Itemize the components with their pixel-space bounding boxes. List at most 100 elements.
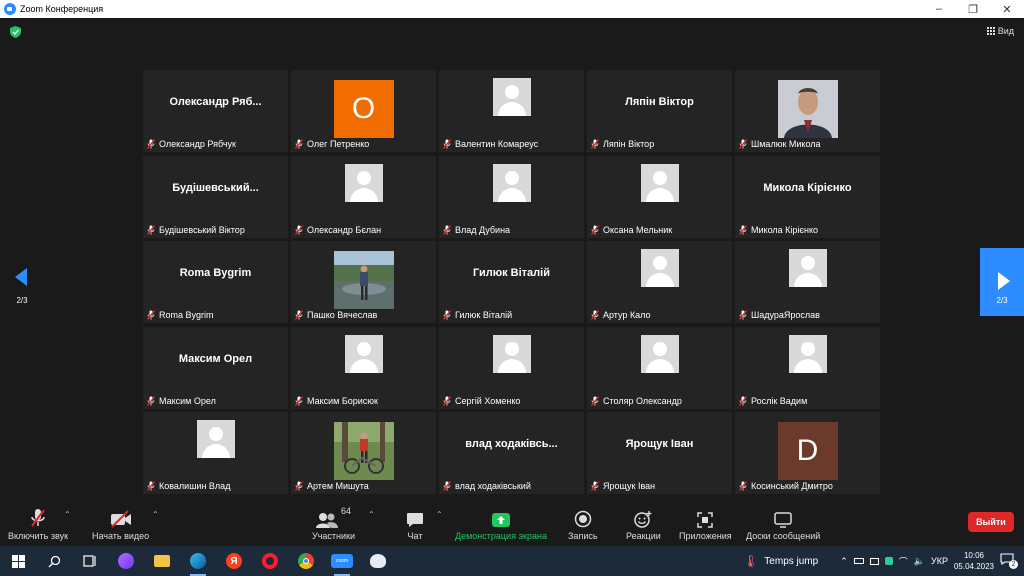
profile-photo <box>777 80 838 138</box>
participants-options-chevron-icon[interactable]: ⌃ <box>368 510 375 519</box>
app-tray-icon[interactable] <box>884 557 893 565</box>
participant-name: Шмалюк Микола <box>751 139 821 149</box>
participant-name-label: Косинський Дмитро <box>738 481 833 491</box>
participant-tile[interactable]: Артем Мишута <box>291 412 436 494</box>
participant-display-name: Ляпін Віктор <box>625 96 694 108</box>
participants-count: 64 <box>340 506 351 516</box>
leave-meeting-button[interactable]: Выйти <box>968 512 1014 532</box>
participant-tile[interactable]: Ковалишин Влад <box>143 412 288 494</box>
display-icon[interactable] <box>869 557 879 565</box>
participant-tile[interactable]: Шмалюк Микола <box>735 70 880 152</box>
restore-button[interactable]: ❐ <box>956 3 990 16</box>
notifications-button[interactable]: 2 <box>1000 553 1018 569</box>
participant-name: Roma Bygrim <box>159 310 214 320</box>
search-button[interactable] <box>36 546 72 576</box>
participant-tile[interactable]: Рослік Вадим <box>735 326 880 409</box>
opera-app[interactable] <box>252 546 288 576</box>
participant-tile[interactable]: Оксана Мельник <box>587 155 732 238</box>
participant-name: Будішевський Віктор <box>159 224 245 235</box>
close-button[interactable]: ✕ <box>990 3 1024 16</box>
participant-tile[interactable]: Roma Bygrim Roma Bygrim <box>143 241 288 323</box>
reactions-button[interactable]: Реакции <box>626 506 661 541</box>
edge-app[interactable] <box>180 546 216 576</box>
participant-display-name: влад ходаківсь... <box>465 438 558 450</box>
start-video-button[interactable]: Начать видео <box>92 506 149 541</box>
volume-icon[interactable]: 🔈 <box>914 556 925 567</box>
participant-display-name: Максим Орел <box>178 352 253 365</box>
participant-tile[interactable]: Ярощук Іван Ярощук Іван <box>587 412 732 494</box>
file-explorer-app[interactable] <box>144 546 180 576</box>
chat-button[interactable]: Чат <box>406 506 424 541</box>
edge-icon <box>190 553 206 569</box>
participant-tile[interactable]: влад ходаківсь... влад ходаківський <box>439 412 584 494</box>
participant-name-label: Шмалюк Микола <box>738 139 821 149</box>
participant-tile[interactable]: Артур Кало <box>587 241 732 323</box>
participant-name-label: Сергій Хоменко <box>442 396 520 406</box>
participant-display-name: Микола Кірієнко <box>763 181 852 194</box>
participant-tile[interactable]: Валентин Комареус <box>439 70 584 152</box>
participant-name-label: Пашко Вячеслав <box>294 310 377 320</box>
participant-tile[interactable]: Пашко Вячеслав <box>291 241 436 323</box>
tray-expand-chevron-icon[interactable]: ⌃ <box>840 556 848 567</box>
system-tray: 🌡 Temps jump ⌃ ⌒ 🔈 УКР 10:06 05.04.2023 … <box>743 546 1024 576</box>
participant-name: Гилюк Віталій <box>455 310 513 320</box>
participant-tile[interactable]: D Косинський Дмитро <box>735 412 880 494</box>
mic-muted-icon <box>442 310 452 320</box>
participant-tile[interactable]: Микола Кірієнко Микола Кірієнко <box>735 155 880 238</box>
participant-tile[interactable]: Олександр Ряб... Олександр Рябчук <box>143 70 288 152</box>
mic-muted-icon <box>590 139 600 149</box>
participant-name-label: Гилюк Віталій <box>442 310 513 320</box>
participant-tile[interactable]: Олександр Бєлан <box>291 155 436 238</box>
language-indicator[interactable]: УКР <box>931 556 948 566</box>
participant-name-label: Оксана Мельник <box>590 225 672 235</box>
minimize-button[interactable]: – <box>922 3 956 15</box>
alice-app[interactable] <box>108 546 144 576</box>
start-button[interactable] <box>0 546 36 576</box>
view-button[interactable]: Вид <box>986 26 1014 36</box>
participant-tile[interactable]: Будішевський... Будішевський Віктор <box>143 155 288 238</box>
previous-page-button[interactable]: 2/3 <box>12 268 32 305</box>
yandex-app[interactable]: Я <box>216 546 252 576</box>
participant-name: Валентин Комареус <box>455 139 539 149</box>
participant-tile[interactable]: Столяр Олександр <box>587 326 732 409</box>
participant-tile[interactable]: Влад Дубина <box>439 155 584 238</box>
meeting-area: Вид Олександр Ряб... Олександр Рябчук O Оле… <box>0 18 1024 496</box>
battery-icon[interactable] <box>853 558 864 564</box>
participant-gallery: Олександр Ряб... Олександр Рябчук O Олег Пе… <box>143 70 881 494</box>
paint-app[interactable] <box>360 546 396 576</box>
audio-options-chevron-icon[interactable]: ⌃ <box>64 510 71 519</box>
participant-tile[interactable]: Максим Борисюк <box>291 326 436 409</box>
chat-options-chevron-icon[interactable]: ⌃ <box>436 510 443 519</box>
zoom-app[interactable]: zoom <box>324 546 360 576</box>
thermometer-icon: 🌡 <box>743 554 759 568</box>
record-button[interactable]: Запись <box>568 506 598 541</box>
participant-tile[interactable]: Максим Орел Максим Орел <box>143 326 288 409</box>
share-screen-button[interactable]: Демонстрация экрана <box>455 506 547 541</box>
participant-tile[interactable]: Гилюк Віталій Гилюк Віталій <box>439 241 584 323</box>
default-avatar-icon <box>344 163 383 202</box>
arrow-left-icon <box>15 268 27 286</box>
participant-name-label: Ярощук Іван <box>590 481 655 491</box>
unmute-button[interactable]: Включить звук <box>8 506 68 541</box>
participants-icon: 64 <box>315 506 351 528</box>
clock[interactable]: 10:06 05.04.2023 <box>954 550 994 572</box>
network-icon[interactable]: ⌒ <box>899 555 908 568</box>
task-view-button[interactable] <box>72 546 108 576</box>
participant-name-label: Столяр Олександр <box>590 395 682 406</box>
page-indicator-left: 2/3 <box>16 296 28 305</box>
next-page-button[interactable]: 2/3 <box>980 248 1024 316</box>
participant-tile[interactable]: ШадураЯрослав <box>735 241 880 323</box>
participants-button[interactable]: 64 Участники <box>312 506 355 541</box>
video-options-chevron-icon[interactable]: ⌃ <box>152 510 159 519</box>
clock-date: 05.04.2023 <box>953 562 994 571</box>
participant-tile[interactable]: O Олег Петренко <box>291 70 436 152</box>
apps-button[interactable]: Приложения <box>679 506 732 541</box>
weather-text[interactable]: Temps jump <box>764 556 818 567</box>
participant-name: Столяр Олександр <box>603 395 682 406</box>
participant-tile[interactable]: Ляпін Віктор Ляпін Віктор <box>587 70 732 152</box>
default-avatar-icon <box>788 334 827 373</box>
chrome-app[interactable] <box>288 546 324 576</box>
participant-tile[interactable]: Сергій Хоменко <box>439 326 584 409</box>
security-shield-icon[interactable] <box>10 26 21 38</box>
whiteboards-button[interactable]: Доски сообщений <box>746 506 820 541</box>
